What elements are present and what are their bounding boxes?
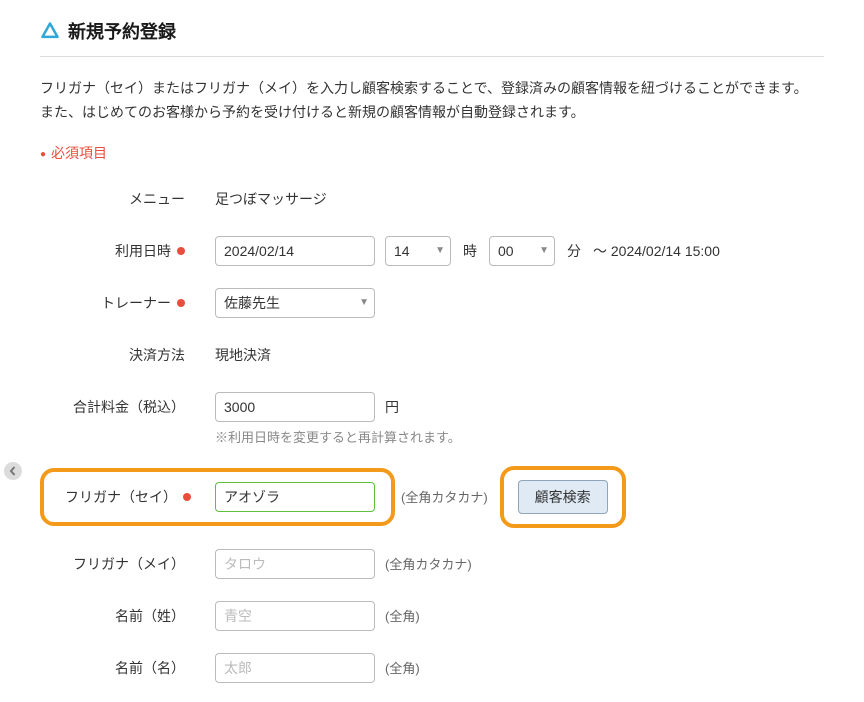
highlight-customer-search: 顧客検索 <box>500 466 626 528</box>
customer-search-button[interactable]: 顧客検索 <box>518 480 608 514</box>
label-name-sei: 名前（姓） <box>40 606 215 626</box>
date-input[interactable] <box>215 236 375 266</box>
total-hint: ※利用日時を変更すると再計算されます。 <box>215 427 824 446</box>
page-title: 新規予約登録 <box>68 18 176 44</box>
note-zenkaku-katakana: (全角カタカナ) <box>385 554 472 573</box>
label-name-mei: 名前（名） <box>40 658 215 678</box>
row-name-sei: 名前（姓） (全角) <box>40 600 824 632</box>
hour-unit: 時 <box>463 241 477 261</box>
row-furigana-mei: フリガナ（メイ） (全角カタカナ) <box>40 548 824 580</box>
end-datetime: ～ 2024/02/14 15:00 <box>593 241 720 261</box>
label-menu: メニュー <box>40 189 215 209</box>
yen-unit: 円 <box>385 397 399 417</box>
name-sei-input[interactable] <box>215 601 375 631</box>
intro-line-1: フリガナ（セイ）またはフリガナ（メイ）を入力し顧客検索することで、登録済みの顧客… <box>40 77 824 101</box>
name-mei-input[interactable] <box>215 653 375 683</box>
minute-unit: 分 <box>567 241 581 261</box>
furigana-sei-input[interactable] <box>215 482 375 512</box>
hour-select[interactable]: 14 <box>385 236 451 266</box>
label-datetime: 利用日時 <box>40 241 215 261</box>
row-furigana-sei: フリガナ（セイ） (全角カタカナ) 顧客検索 <box>40 466 824 528</box>
label-furigana-sei: フリガナ（セイ） <box>60 487 215 507</box>
label-trainer: トレーナー <box>40 293 215 313</box>
required-legend: 必須項目 <box>40 143 824 163</box>
note-zenkaku-katakana: (全角カタカナ) <box>401 487 488 506</box>
back-arrow-icon[interactable] <box>4 462 22 480</box>
row-trainer: トレーナー 佐藤先生 ▼ <box>40 287 824 319</box>
row-total: 合計料金（税込） 円 <box>40 391 824 423</box>
triangle-icon <box>40 21 60 41</box>
intro-line-2: また、はじめてのお客様から予約を受け付けると新規の顧客情報が自動登録されます。 <box>40 101 824 125</box>
row-menu: メニュー 足つぼマッサージ <box>40 183 824 215</box>
note-zenkaku: (全角) <box>385 606 420 625</box>
furigana-mei-input[interactable] <box>215 549 375 579</box>
label-furigana-mei: フリガナ（メイ） <box>40 554 215 574</box>
label-payment: 決済方法 <box>40 345 215 365</box>
row-name-mei: 名前（名） (全角) <box>40 652 824 684</box>
required-dot-icon <box>177 299 185 307</box>
minute-select[interactable]: 00 <box>489 236 555 266</box>
note-zenkaku: (全角) <box>385 658 420 677</box>
highlight-furigana-sei: フリガナ（セイ） <box>40 468 395 526</box>
row-payment: 決済方法 現地決済 <box>40 339 824 371</box>
required-dot-icon <box>177 247 185 255</box>
required-dot-icon <box>183 493 191 501</box>
payment-value: 現地決済 <box>215 345 271 365</box>
label-total: 合計料金（税込） <box>40 397 215 417</box>
row-datetime: 利用日時 14 ▼ 時 00 ▼ 分 ～ 2024/02/14 15:00 <box>40 235 824 267</box>
trainer-select[interactable]: 佐藤先生 <box>215 288 375 318</box>
menu-value: 足つぼマッサージ <box>215 189 327 209</box>
total-input[interactable] <box>215 392 375 422</box>
intro-text: フリガナ（セイ）またはフリガナ（メイ）を入力し顧客検索することで、登録済みの顧客… <box>40 77 824 125</box>
page-header: 新規予約登録 <box>40 18 824 57</box>
